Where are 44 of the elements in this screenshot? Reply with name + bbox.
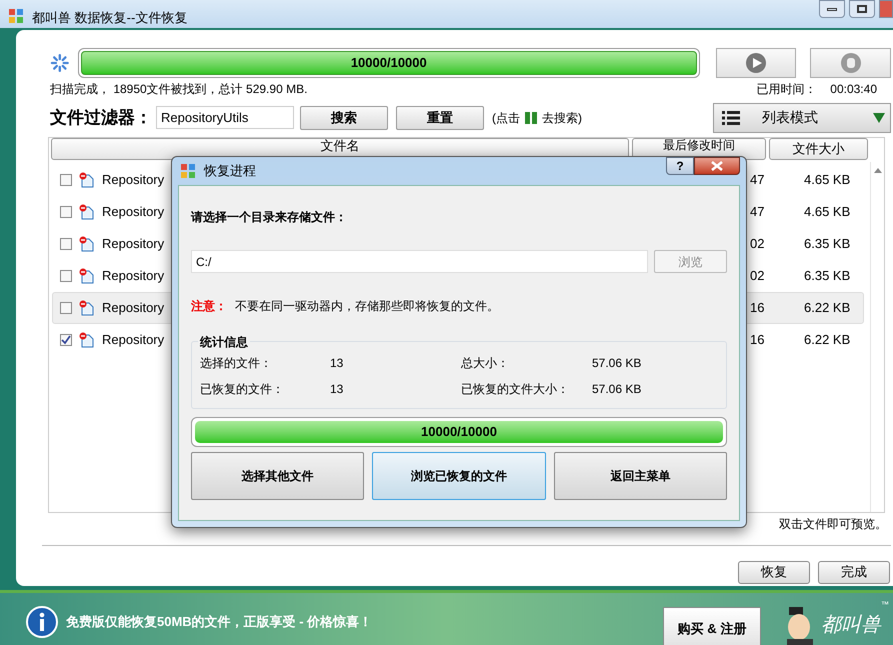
dialog-title: 恢复进程 — [204, 162, 256, 180]
modified-time: 02 — [750, 266, 766, 285]
stat-value: 13 — [330, 355, 344, 372]
promo-text: 免费版仅能恢复50MB的文件，正版享受 - 价格惊喜！ — [66, 612, 372, 631]
stat-label: 已恢复的文件： — [200, 381, 285, 398]
file-name: Repository — [102, 170, 164, 189]
logo-text: 都叫兽 — [821, 610, 881, 638]
file-size: 6.22 KB — [804, 298, 850, 317]
scan-summary: 扫描完成， 18950文件被找到，总计 529.90 MB. — [50, 80, 308, 98]
file-size: 6.35 KB — [804, 234, 850, 253]
file-size: 4.65 KB — [804, 202, 850, 221]
note-label: 注意： — [191, 298, 227, 315]
stat-value: 57.06 KB — [592, 355, 642, 372]
stats-title: 统计信息 — [198, 333, 250, 351]
filter-label: 文件过滤器： — [50, 106, 152, 129]
note-text: 不要在同一驱动器内，存储那些即将恢复的文件。 — [235, 298, 499, 315]
file-name: Repository — [102, 298, 164, 317]
file-name: Repository — [102, 202, 164, 221]
file-size: 6.22 KB — [804, 330, 850, 349]
stat-label: 已恢复的文件大小： — [461, 381, 570, 398]
stat-value: 13 — [330, 381, 344, 398]
file-size: 6.35 KB — [804, 266, 850, 285]
prompt-text: 请选择一个目录来存储文件： — [191, 209, 348, 226]
file-name: Repository — [102, 330, 164, 349]
progress-label: 10000/10000 — [350, 54, 428, 72]
modified-time: 16 — [750, 330, 766, 349]
file-name: Repository — [102, 266, 164, 285]
stat-label: 总大小： — [461, 355, 510, 372]
hint-text: 去搜索) — [542, 110, 582, 126]
elapsed-label: 已用时间： — [756, 80, 816, 98]
stat-value: 57.06 KB — [592, 381, 642, 398]
file-size: 4.65 KB — [804, 170, 850, 189]
hint-text: (点击 — [492, 110, 520, 126]
modified-time: 47 — [750, 170, 766, 189]
stat-label: 选择的文件： — [200, 355, 273, 372]
file-name: Repository — [102, 234, 164, 253]
progress-label: 10000/10000 — [420, 423, 498, 442]
trademark: ™ — [881, 598, 889, 610]
elapsed-time: 00:03:40 — [830, 80, 877, 98]
modified-time: 47 — [750, 202, 766, 221]
modified-time: 02 — [750, 234, 766, 253]
window-title: 都叫兽 数据恢复--文件恢复 — [32, 9, 188, 27]
modified-time: 16 — [750, 298, 766, 317]
preview-hint: 双击文件即可预览。 — [779, 516, 887, 532]
